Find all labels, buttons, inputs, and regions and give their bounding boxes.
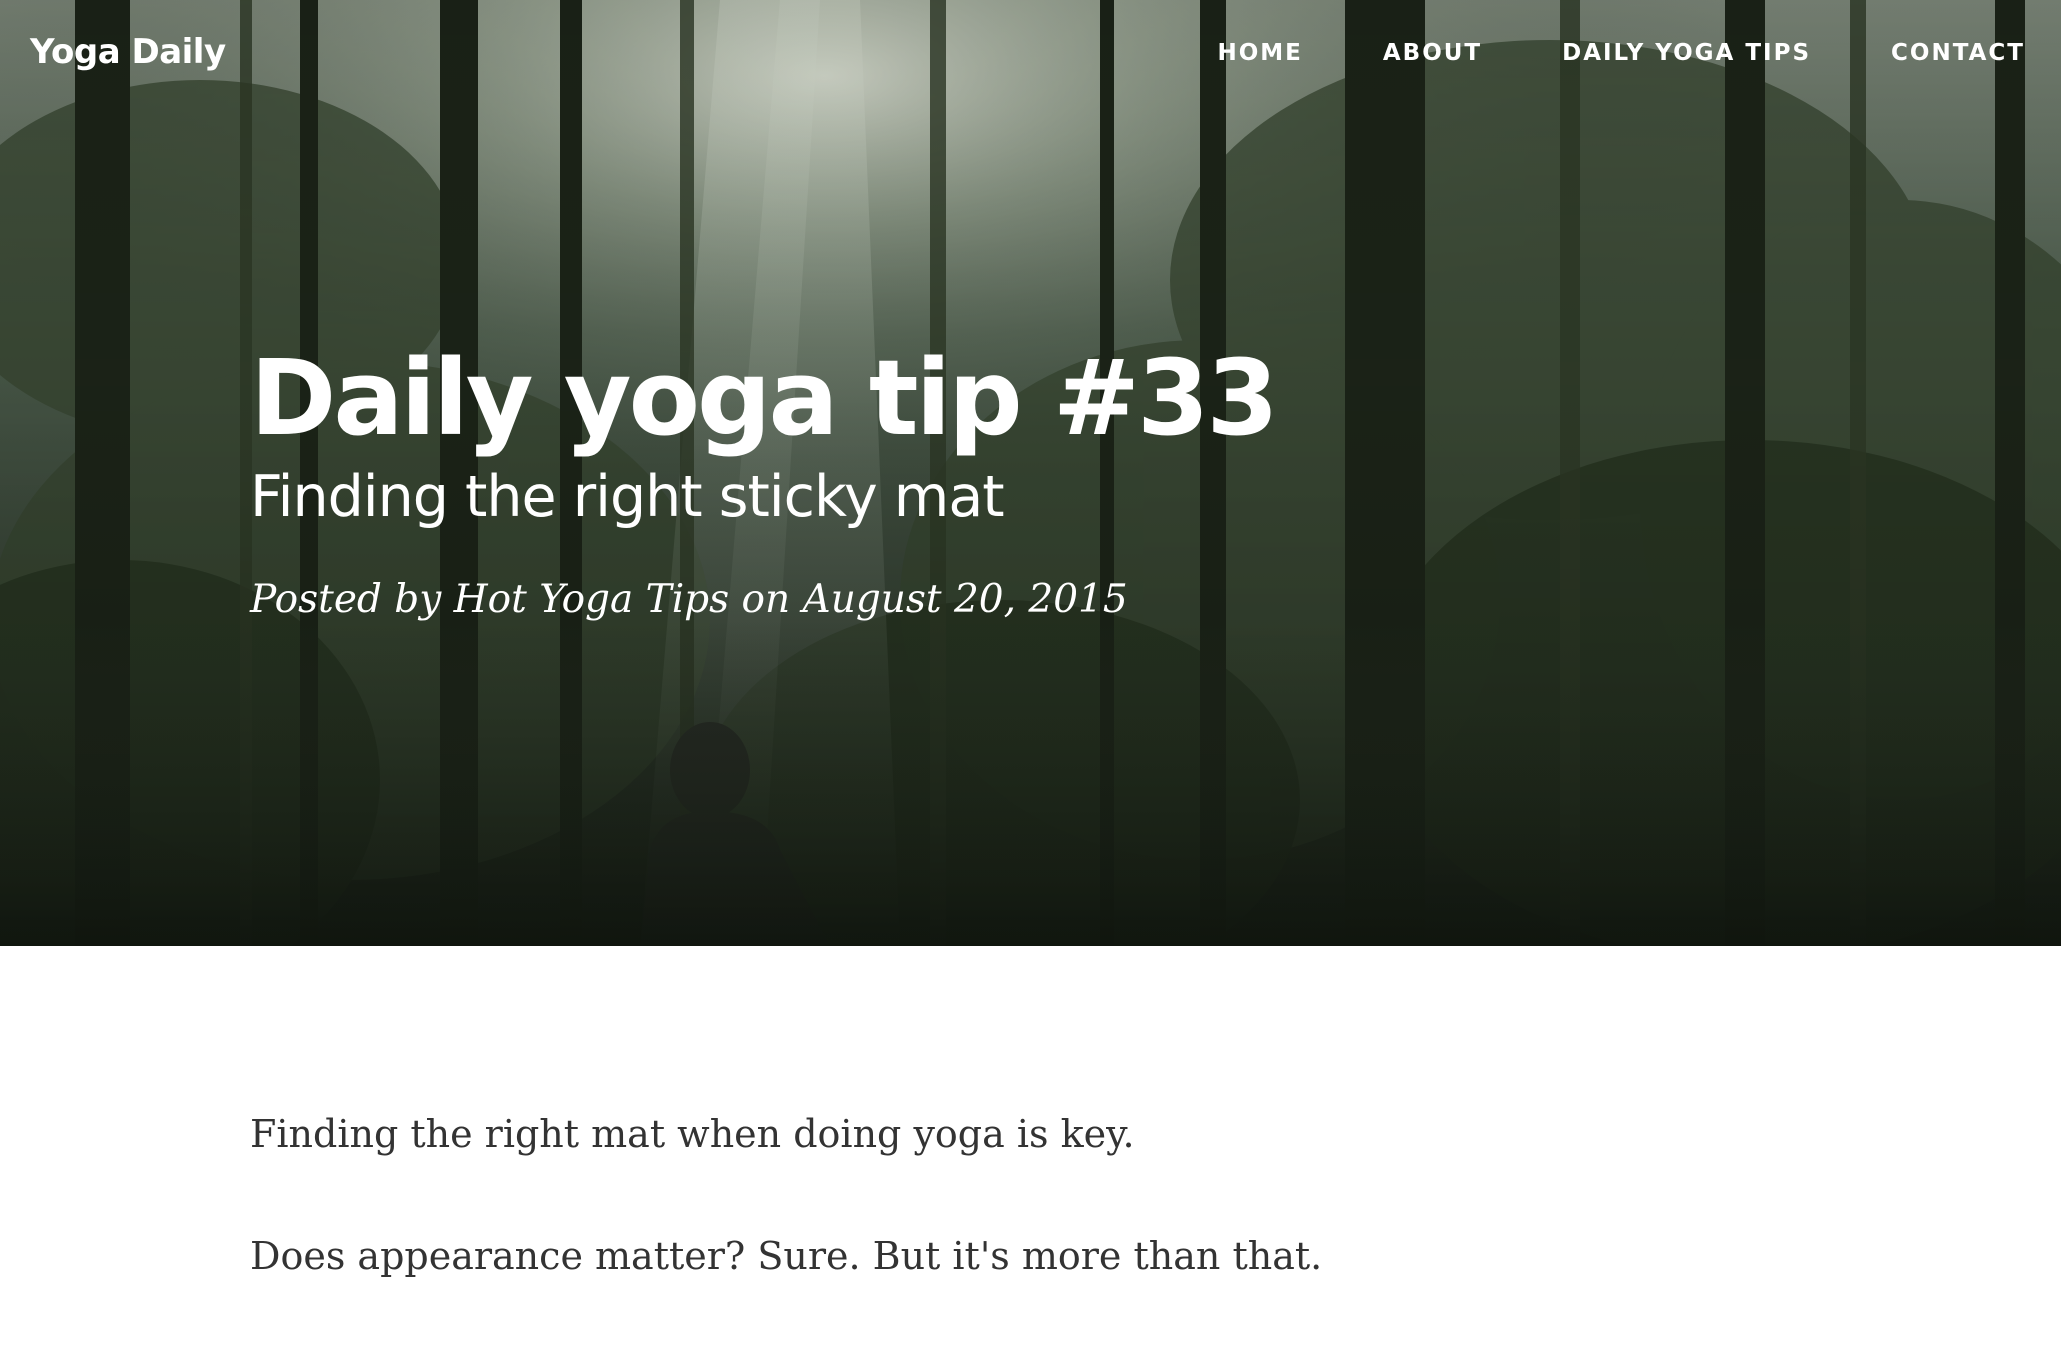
nav-item-about: About xyxy=(1383,40,1482,66)
navbar: Yoga Daily Home About Daily Yoga Tips Co… xyxy=(0,0,2061,112)
article-paragraph: Does appearance matter? Sure. But it's m… xyxy=(250,1234,1323,1278)
post-title: Daily yoga tip #33 xyxy=(250,337,1279,459)
nav-link-about[interactable]: About xyxy=(1383,40,1482,66)
nav-link-home[interactable]: Home xyxy=(1217,40,1302,66)
post-meta: Posted by Hot Yoga Tips on August 20, 20… xyxy=(250,577,1128,622)
hero-header: Yoga Daily Home About Daily Yoga Tips Co… xyxy=(0,0,2061,946)
nav-link-contact[interactable]: Contact xyxy=(1891,40,2025,66)
brand-logo-link[interactable]: Yoga Daily xyxy=(30,32,226,72)
post-heading: Daily yoga tip #33 Finding the right sti… xyxy=(250,336,1550,624)
article-paragraph: Finding the right mat when doing yoga is… xyxy=(250,1112,1135,1156)
nav-links: Home About Daily Yoga Tips Contact xyxy=(1137,40,2025,66)
post-subtitle: Finding the right sticky mat xyxy=(250,464,1005,530)
nav-item-daily-yoga-tips: Daily Yoga Tips xyxy=(1562,40,1811,66)
article-body: Finding the right mat when doing yoga is… xyxy=(250,1110,1650,1348)
page: Yoga Daily Home About Daily Yoga Tips Co… xyxy=(0,0,2061,1348)
nav-item-contact: Contact xyxy=(1891,40,2025,66)
nav-link-daily-yoga-tips[interactable]: Daily Yoga Tips xyxy=(1562,40,1811,66)
nav-item-home: Home xyxy=(1217,40,1302,66)
